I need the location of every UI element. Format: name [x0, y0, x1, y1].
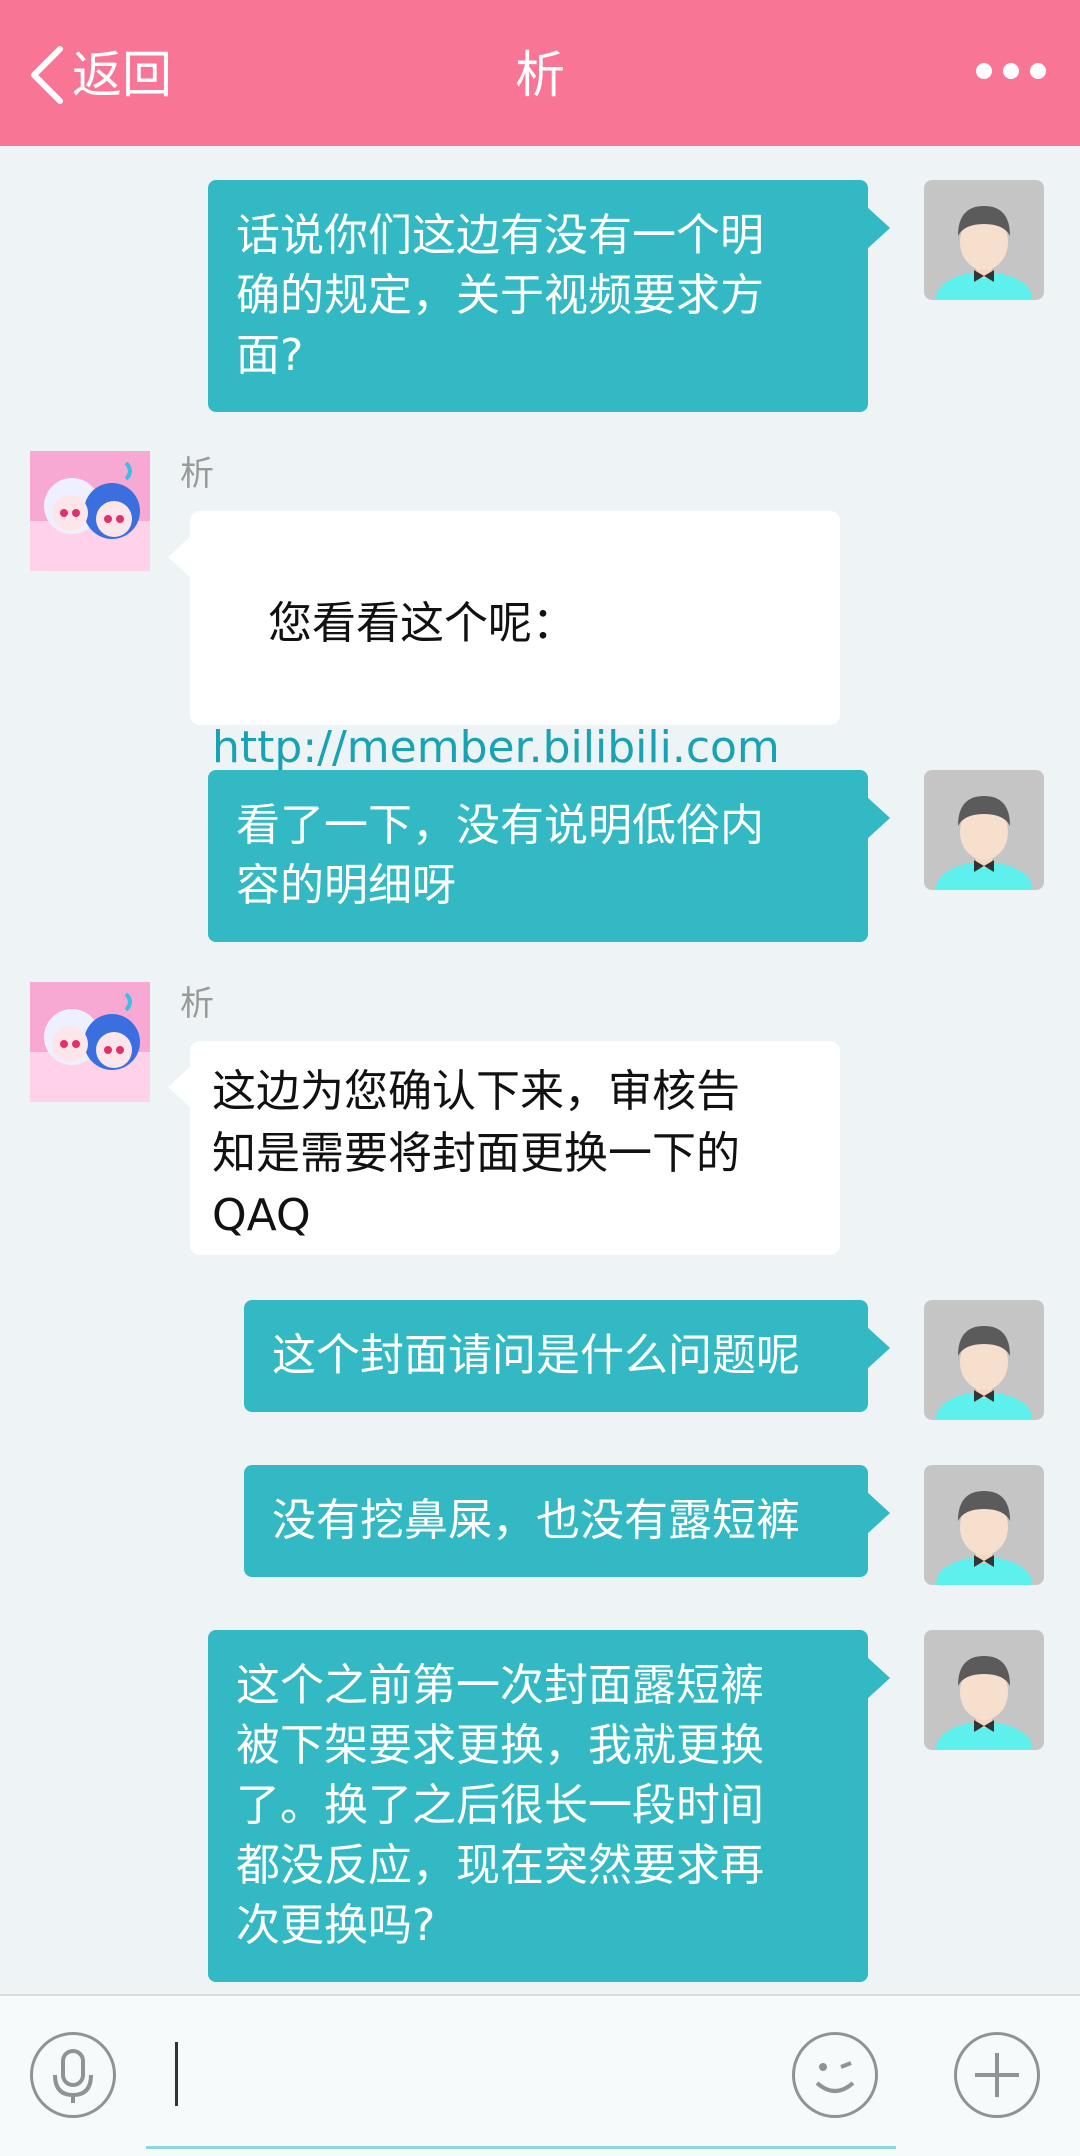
contact-message-bubble[interactable]: 您看看这个呢： http://member.bilibili.com /stud…	[168, 511, 840, 835]
my-message-bubble[interactable]: 看了一下，没有说明低俗内 容的明细呀	[208, 770, 890, 942]
my-message-bubble[interactable]: 话说你们这边有没有一个明 确的规定，关于视频要求方 面?	[208, 180, 890, 412]
text-caret	[175, 2042, 178, 2106]
contact-avatar[interactable]	[30, 451, 150, 571]
my-message-bubble[interactable]: 这个之前第一次封面露短裤 被下架要求更换，我就更换 了。换了之后很长一段时间 都…	[208, 1630, 890, 1982]
contact-message-bubble[interactable]: 这边为您确认下来，审核告 知是需要将封面更换一下的 QAQ	[168, 1041, 840, 1255]
sender-name: 析	[180, 984, 214, 1024]
microphone-icon[interactable]	[30, 2032, 116, 2118]
my-avatar[interactable]	[924, 1300, 1044, 1420]
my-avatar[interactable]	[924, 1465, 1044, 1585]
my-avatar[interactable]	[924, 770, 1044, 890]
plus-icon[interactable]	[954, 2032, 1040, 2118]
chat-title: 析	[515, 46, 565, 104]
my-message-bubble[interactable]: 这个封面请问是什么问题呢	[244, 1300, 890, 1412]
contact-avatar[interactable]	[30, 982, 150, 1102]
input-bar	[0, 1994, 1080, 2156]
my-avatar[interactable]	[924, 180, 1044, 300]
message-text: 您看看这个呢：	[267, 598, 576, 649]
message-input[interactable]	[146, 2026, 776, 2142]
sender-name: 析	[180, 454, 214, 494]
message-list: 话说你们这边有没有一个明 确的规定，关于视频要求方 面? 析 您看看这个呢： h…	[0, 146, 1080, 1994]
my-avatar[interactable]	[924, 1630, 1044, 1750]
top-bar: 返回 析	[0, 0, 1080, 146]
emoji-icon[interactable]	[792, 2032, 878, 2118]
input-underline	[146, 2146, 896, 2149]
more-options-icon[interactable]	[976, 56, 1046, 86]
my-message-bubble[interactable]: 没有挖鼻屎，也没有露短裤	[244, 1465, 890, 1577]
